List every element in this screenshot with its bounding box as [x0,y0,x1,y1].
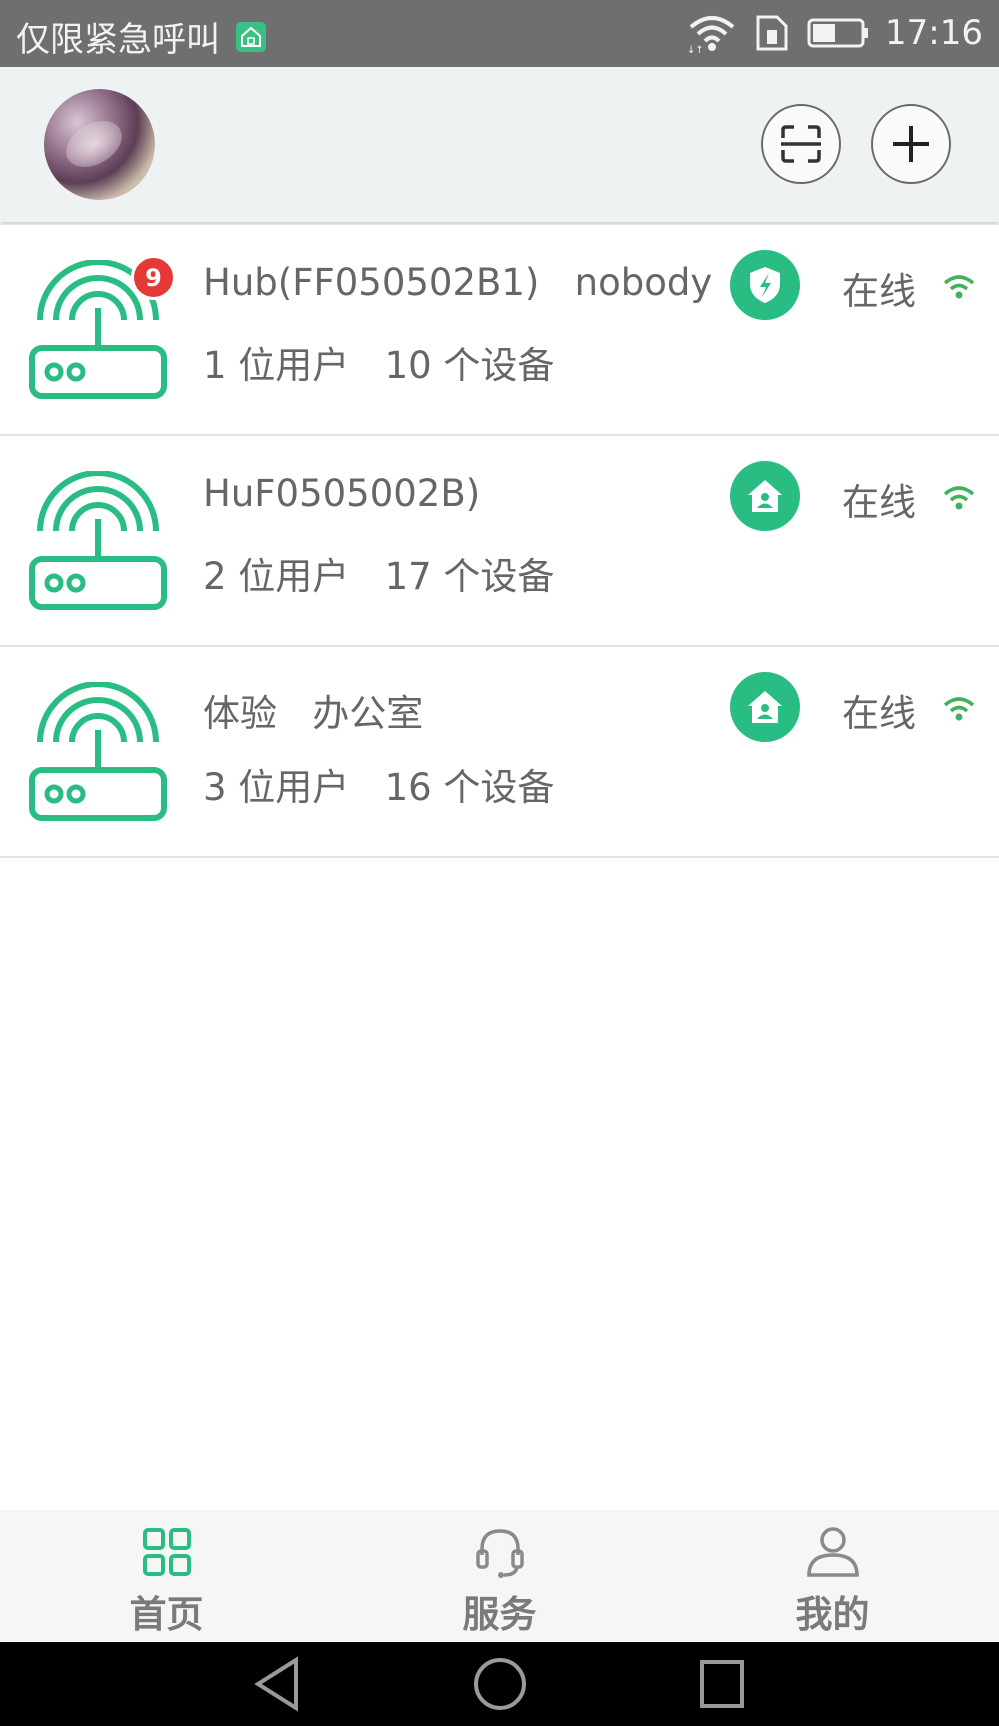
hub-meta: 1 位用户 10 个设备 [203,344,555,387]
scan-icon [781,125,821,163]
router-icon [29,471,167,610]
plus-icon [893,126,929,162]
hub-row[interactable]: 体验 办公室 3 位用户 16 个设备 在线 [0,647,999,858]
add-button[interactable] [871,104,951,184]
nav-label: 我的 [795,1593,870,1636]
status-right: ↓↑ 17:16 [669,10,983,56]
notification-badge: 9 [131,255,176,300]
carrier-text: 仅限紧急呼叫 [16,20,220,60]
router-icon [29,682,167,821]
hub-name: HuF0505002B) [203,472,481,515]
user-icon [806,1527,859,1577]
avatar[interactable] [44,89,155,200]
wifi-signal-icon [943,275,975,299]
system-nav-bar [0,1642,999,1726]
svg-text:↓↑: ↓↑ [687,45,704,53]
mode-button[interactable] [730,672,800,742]
hub-meta: 2 位用户 17 个设备 [203,555,555,598]
sim-icon [755,14,789,52]
nav-label: 首页 [129,1593,204,1636]
hub-name: 体验 办公室 [203,692,424,735]
battery-icon [807,17,869,49]
headset-icon [475,1529,524,1578]
hub-row[interactable]: 9 Hub(FF050502B1) nobody 1 位用户 10 个设备 在线 [0,225,999,436]
wifi-signal-icon [943,486,975,510]
hub-name: Hub(FF050502B1) nobody [203,261,713,304]
status-bar: 仅限紧急呼叫 ↓↑ 17:16 [0,0,999,67]
nav-service[interactable]: 服务 [333,1510,666,1642]
mode-button[interactable] [730,461,800,531]
scan-button[interactable] [761,104,841,184]
online-status: 在线 [842,481,916,524]
online-status: 在线 [842,692,916,735]
hub-meta: 3 位用户 16 个设备 [203,766,555,809]
bottom-nav: 首页 服务 我的 [0,1510,999,1642]
mode-button[interactable] [730,250,800,320]
grid-icon [142,1528,191,1576]
header [0,67,999,222]
back-icon[interactable] [252,1654,302,1714]
home-icon [748,691,782,723]
recents-icon[interactable] [697,1654,747,1714]
home-circle-icon[interactable] [472,1654,528,1714]
status-left: 仅限紧急呼叫 [16,12,266,61]
wifi-icon: ↓↑ [687,13,737,53]
wifi-signal-icon [943,697,975,721]
app-home-icon [236,21,266,52]
hub-list: 9 Hub(FF050502B1) nobody 1 位用户 10 个设备 在线 [0,225,999,858]
hub-row[interactable]: HuF0505002B) 2 位用户 17 个设备 在线 [0,436,999,647]
shield-icon [750,267,780,303]
nav-label: 服务 [462,1593,537,1636]
online-status: 在线 [842,270,916,313]
status-time: 17:16 [885,13,983,53]
nav-home[interactable]: 首页 [0,1510,333,1642]
nav-mine[interactable]: 我的 [666,1510,999,1642]
home-icon [748,480,782,512]
